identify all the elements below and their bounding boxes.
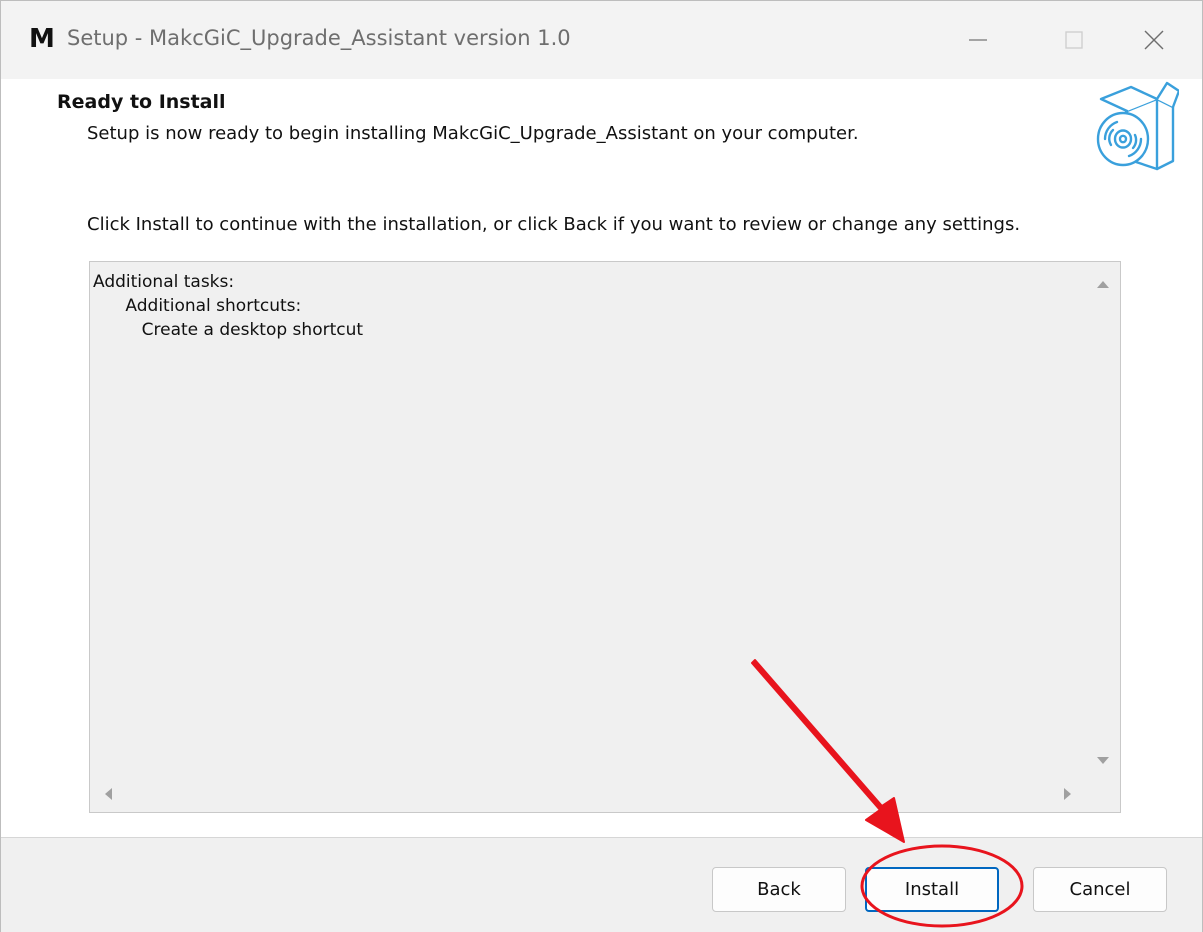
page-subtitle: Setup is now ready to begin installing M… bbox=[87, 123, 859, 144]
maximize-icon bbox=[1065, 31, 1083, 49]
instruction-text: Click Install to continue with the insta… bbox=[87, 214, 1021, 235]
memo-line: Create a desktop shortcut bbox=[93, 320, 364, 340]
scroll-up-icon[interactable] bbox=[1097, 281, 1109, 288]
install-button[interactable]: Install bbox=[865, 867, 999, 912]
scroll-left-icon[interactable] bbox=[105, 788, 112, 800]
cancel-button[interactable]: Cancel bbox=[1033, 867, 1167, 912]
close-icon bbox=[1144, 30, 1164, 50]
title-bar[interactable]: M Setup - MakcGiC_Upgrade_Assistant vers… bbox=[1, 1, 1202, 79]
minimize-icon bbox=[969, 39, 987, 41]
memo-line: Additional tasks: bbox=[93, 272, 235, 292]
app-logo-icon: M bbox=[29, 24, 55, 54]
memo-content: Additional tasks: Additional shortcuts: … bbox=[93, 270, 363, 342]
ready-memo-box[interactable]: Additional tasks: Additional shortcuts: … bbox=[89, 261, 1121, 813]
memo-line: Additional shortcuts: bbox=[93, 296, 302, 316]
window-title: Setup - MakcGiC_Upgrade_Assistant versio… bbox=[67, 26, 571, 50]
page-title: Ready to Install bbox=[57, 91, 226, 113]
wizard-header: Ready to Install Setup is now ready to b… bbox=[1, 79, 1202, 187]
scroll-down-icon[interactable] bbox=[1097, 757, 1109, 764]
scroll-right-icon[interactable] bbox=[1064, 788, 1071, 800]
vertical-scrollbar[interactable] bbox=[1088, 262, 1120, 776]
setup-window: M Setup - MakcGiC_Upgrade_Assistant vers… bbox=[0, 0, 1203, 932]
software-box-disc-icon bbox=[1096, 81, 1179, 171]
close-button[interactable] bbox=[1106, 1, 1202, 79]
button-bar: Back Install Cancel bbox=[1, 838, 1202, 932]
horizontal-scrollbar[interactable] bbox=[90, 776, 1088, 812]
back-button[interactable]: Back bbox=[712, 867, 846, 912]
minimize-button[interactable] bbox=[930, 1, 1026, 79]
